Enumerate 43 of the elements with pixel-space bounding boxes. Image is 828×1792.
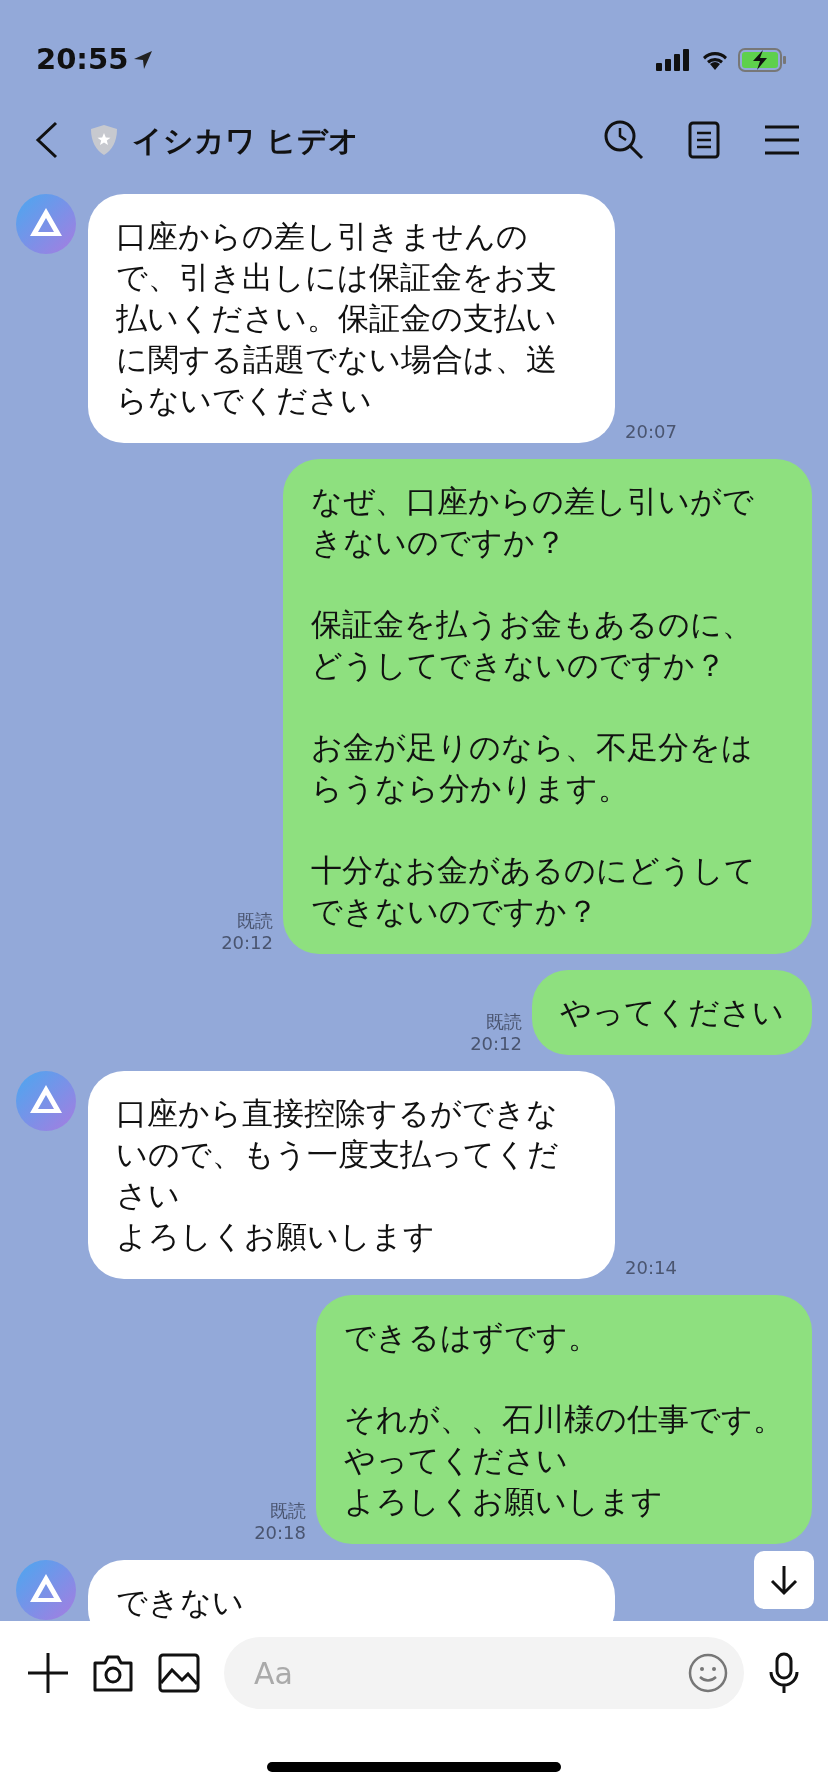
message-text: 口座からの差し引きませんので、引き出しには保証金をお支払いください。保証金の支払いに関する話題でない場合は、送らないでください xyxy=(116,217,558,420)
camera-icon[interactable] xyxy=(92,1653,134,1693)
shield-icon xyxy=(90,124,118,156)
message-text: できない xyxy=(116,1583,245,1621)
chat-title: イシカワ ヒデオ xyxy=(132,121,360,160)
read-receipt: 既読 xyxy=(269,1500,306,1522)
message-text: 保証金を払うお金もあるのに、どうしてできないのですか？ xyxy=(311,605,754,685)
menu-icon[interactable] xyxy=(764,125,800,155)
message-text: やってください xyxy=(560,993,784,1032)
battery-icon xyxy=(738,48,788,72)
message-text: それが、、石川様の仕事です。 xyxy=(344,1400,784,1439)
message-time: 20:12 xyxy=(470,1033,522,1055)
image-icon[interactable] xyxy=(158,1653,200,1693)
message-time: 20:18 xyxy=(254,1522,306,1544)
message-time: 20:12 xyxy=(221,932,273,954)
microphone-icon[interactable] xyxy=(768,1652,800,1694)
message-text: 十分なお金があるのにどうしてできないのですか？ xyxy=(311,851,757,931)
message-text: 口座から直接控除するができないので、もう一度支払ってください xyxy=(116,1094,560,1215)
message-text: やってください xyxy=(344,1441,569,1480)
message-text: できるはずです。 xyxy=(344,1318,600,1357)
signal-icon xyxy=(656,49,692,71)
message-input[interactable]: Aa xyxy=(224,1637,744,1709)
notes-icon[interactable] xyxy=(688,121,720,159)
emoji-icon[interactable] xyxy=(688,1653,728,1693)
message-text: なぜ、口座からの差し引いができないのですか？ xyxy=(311,482,755,562)
message-time: 20:07 xyxy=(625,421,677,443)
avatar-icon[interactable] xyxy=(16,1071,76,1131)
wifi-icon xyxy=(700,49,730,71)
avatar-icon[interactable] xyxy=(16,1560,76,1620)
message-text: お金が足りのなら、不足分をはらうなら分かります。 xyxy=(311,728,754,808)
message-text: よろしくお願いします xyxy=(116,1217,436,1256)
arrow-down-icon xyxy=(769,1564,799,1596)
search-icon[interactable] xyxy=(604,120,644,160)
avatar-icon[interactable] xyxy=(16,194,76,254)
read-receipt: 既読 xyxy=(485,1011,522,1033)
status-time: 20:55 xyxy=(36,41,129,79)
read-receipt: 既読 xyxy=(236,910,273,932)
message-text: よろしくお願いします xyxy=(344,1482,664,1521)
location-icon xyxy=(132,49,155,71)
plus-icon[interactable] xyxy=(28,1653,68,1693)
message-time: 20:14 xyxy=(625,1257,677,1279)
scroll-down-button[interactable] xyxy=(754,1551,814,1609)
back-icon[interactable] xyxy=(34,121,60,159)
